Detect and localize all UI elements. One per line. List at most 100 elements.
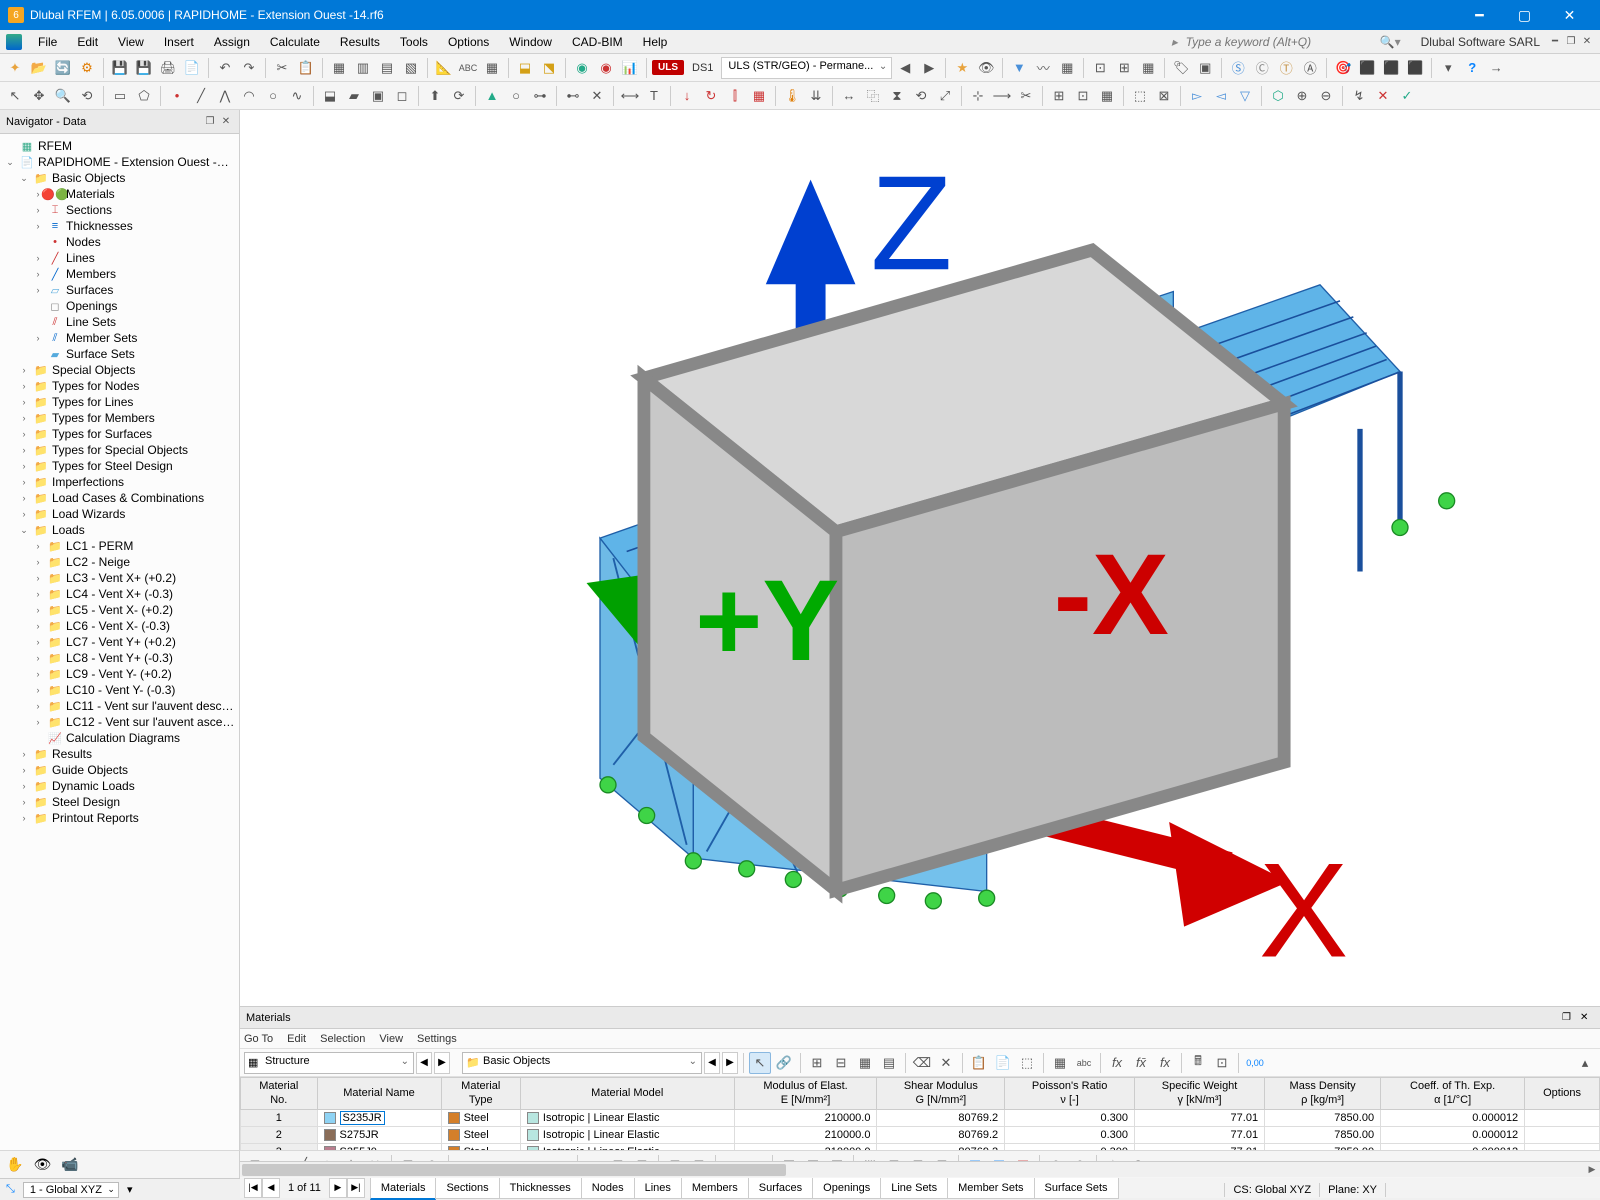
arc-icon[interactable]: ◠ (238, 85, 260, 107)
view-1-icon[interactable]: ▦ (328, 57, 350, 79)
box2-icon[interactable]: ⬛ (1380, 57, 1402, 79)
materials-table[interactable]: MaterialNo.Material NameMaterialTypeMate… (240, 1077, 1600, 1161)
camera-icon[interactable]: 📹 (61, 1156, 78, 1173)
tree-steel-design[interactable]: ›📁Steel Design (2, 794, 237, 810)
tab-line-sets[interactable]: Line Sets (880, 1178, 948, 1199)
tree-lc8[interactable]: ›📁LC8 - Vent Y+ (-0.3) (2, 650, 237, 666)
calc-abc-icon[interactable]: ABC (457, 57, 479, 79)
materials-table-wrap[interactable]: MaterialNo.Material NameMaterialTypeMate… (240, 1077, 1600, 1161)
tab-lines[interactable]: Lines (634, 1178, 682, 1199)
bp-category-select[interactable]: 📁Basic Objects (462, 1052, 702, 1074)
bp-menu-go-to[interactable]: Go To (244, 1033, 273, 1045)
tab-last-icon[interactable]: ▶| (347, 1178, 365, 1198)
menu-help[interactable]: Help (633, 32, 678, 52)
bp-grid1-icon[interactable]: ▦ (854, 1052, 876, 1074)
menu-window[interactable]: Window (499, 32, 562, 52)
tab-sections[interactable]: Sections (435, 1178, 499, 1199)
col-header[interactable]: Modulus of Elast.E [N/mm²] (734, 1078, 877, 1109)
view-2-icon[interactable]: ▥ (352, 57, 374, 79)
deform-icon[interactable]: 〰 (1032, 57, 1054, 79)
tree-loads[interactable]: ⌄📁Loads (2, 522, 237, 538)
tree-sections[interactable]: ›⌶Sections (2, 202, 237, 218)
help-icon[interactable]: ? (1461, 57, 1483, 79)
tree-printout-reports[interactable]: ›📁Printout Reports (2, 810, 237, 826)
menu-calculate[interactable]: Calculate (260, 32, 330, 52)
tree-imperfections[interactable]: ›📁Imperfections (2, 474, 237, 490)
save-all-icon[interactable]: 💾 (133, 57, 155, 79)
bp-decimal-icon[interactable]: 0,00 (1244, 1052, 1266, 1074)
surface-result-icon[interactable]: ▦ (1137, 57, 1159, 79)
tree-members[interactable]: ›╱Members (2, 266, 237, 282)
tab-thicknesses[interactable]: Thicknesses (499, 1178, 582, 1199)
tree-dynamic-loads[interactable]: ›📁Dynamic Loads (2, 778, 237, 794)
panel-icon[interactable]: ▣ (1194, 57, 1216, 79)
model-viewport[interactable]: Z X Y +Y -X (240, 110, 1600, 1006)
menu-insert[interactable]: Insert (154, 32, 204, 52)
bp-fx3-icon[interactable]: fx (1154, 1052, 1176, 1074)
close-button[interactable]: ✕ (1547, 0, 1592, 30)
contour-icon[interactable]: ▦ (1056, 57, 1078, 79)
hand-icon[interactable]: ✋ (6, 1156, 23, 1173)
tree-root[interactable]: ▦RFEM (2, 138, 237, 154)
bp-abc-icon[interactable]: abc (1073, 1052, 1095, 1074)
dropdown-icon[interactable]: ▾ (1437, 57, 1459, 79)
member-result-icon[interactable]: ⊞ (1113, 57, 1135, 79)
scroll-thumb[interactable] (242, 1164, 786, 1176)
open-icon[interactable]: 📂 (28, 57, 50, 79)
tree-lc9[interactable]: ›📁LC9 - Vent Y- (+0.2) (2, 666, 237, 682)
bp-excel-icon[interactable]: ▦ (1049, 1052, 1071, 1074)
tree-thicknesses[interactable]: ›≡Thicknesses (2, 218, 237, 234)
box1-icon[interactable]: ⬛ (1356, 57, 1378, 79)
col-header[interactable]: Material Name (317, 1078, 441, 1109)
col-header[interactable]: Specific Weightγ [kN/m³] (1135, 1078, 1265, 1109)
tab-surfaces[interactable]: Surfaces (748, 1178, 813, 1199)
bp-close-icon[interactable]: ✕ (1580, 1012, 1594, 1023)
rotate-icon[interactable]: ⟲ (76, 85, 98, 107)
menu-tools[interactable]: Tools (390, 32, 438, 52)
bp-copy-icon[interactable]: 📋 (968, 1052, 990, 1074)
save-icon[interactable]: 💾 (109, 57, 131, 79)
select-rect-icon[interactable]: ▭ (109, 85, 131, 107)
lc-icon[interactable]: ⬓ (514, 57, 536, 79)
table-hscrollbar[interactable]: ◀ ▶ (240, 1161, 1600, 1177)
bp-delete-row-icon[interactable]: ⊟ (830, 1052, 852, 1074)
bp-menu-settings[interactable]: Settings (417, 1033, 457, 1045)
cs-axis-icon[interactable]: ⤡ (6, 1183, 15, 1196)
tree-surface-sets[interactable]: ▰Surface Sets (2, 346, 237, 362)
results-nav-icon[interactable]: 📊 (619, 57, 641, 79)
cut-icon[interactable]: ✂ (271, 57, 293, 79)
bp-structure-select[interactable]: ▦Structure (244, 1052, 414, 1074)
tree-special-objects[interactable]: ›📁Special Objects (2, 362, 237, 378)
tree-lc10[interactable]: ›📁LC10 - Vent Y- (-0.3) (2, 682, 237, 698)
menu-cad-bim[interactable]: CAD-BIM (562, 32, 633, 52)
tree-lc1[interactable]: ›📁LC1 - PERM (2, 538, 237, 554)
minimize-button[interactable]: ━ (1457, 0, 1502, 30)
search-icon[interactable]: 🔍▾ (1380, 35, 1401, 49)
navigator-tree[interactable]: ▦RFEM⌄📄RAPIDHOME - Extension Ouest -14.r… (0, 134, 239, 1150)
eye-icon[interactable]: 👁 (975, 57, 997, 79)
polyline-icon[interactable]: ⋀ (214, 85, 236, 107)
tree-types-for-surfaces[interactable]: ›📁Types for Surfaces (2, 426, 237, 442)
bp-scroll-up-icon[interactable]: ▴ (1574, 1052, 1596, 1074)
tree-lc5[interactable]: ›📁LC5 - Vent X- (+0.2) (2, 602, 237, 618)
print-icon[interactable]: 🖨 (157, 57, 179, 79)
tab-next-icon[interactable]: ▶ (329, 1178, 347, 1198)
bp-menu-view[interactable]: View (379, 1033, 403, 1045)
refresh-icon[interactable]: 🔄 (52, 57, 74, 79)
table-icon[interactable]: ▦ (481, 57, 503, 79)
tab-prev-icon[interactable]: ◀ (262, 1178, 280, 1198)
col-header[interactable]: Poisson's Ratioν [-] (1005, 1078, 1135, 1109)
bp-calc-icon[interactable]: 🖩 (1187, 1052, 1209, 1074)
bp-grid2-icon[interactable]: ▤ (878, 1052, 900, 1074)
table-row[interactable]: 2S275JRSteelIsotropic | Linear Elastic21… (241, 1126, 1600, 1143)
col-header[interactable]: Options (1525, 1078, 1600, 1109)
doc-close-button[interactable]: ✕ (1580, 35, 1594, 49)
bp-menu-selection[interactable]: Selection (320, 1033, 365, 1045)
tree-results[interactable]: ›📁Results (2, 746, 237, 762)
bp-link-icon[interactable]: 🔗 (773, 1052, 795, 1074)
bp-prev1-icon[interactable]: ◀ (416, 1052, 432, 1074)
bp-x-icon[interactable]: ✕ (935, 1052, 957, 1074)
concrete-design-icon[interactable]: Ⓒ (1251, 57, 1273, 79)
node-icon[interactable]: • (166, 85, 188, 107)
tree-lines[interactable]: ›╱Lines (2, 250, 237, 266)
